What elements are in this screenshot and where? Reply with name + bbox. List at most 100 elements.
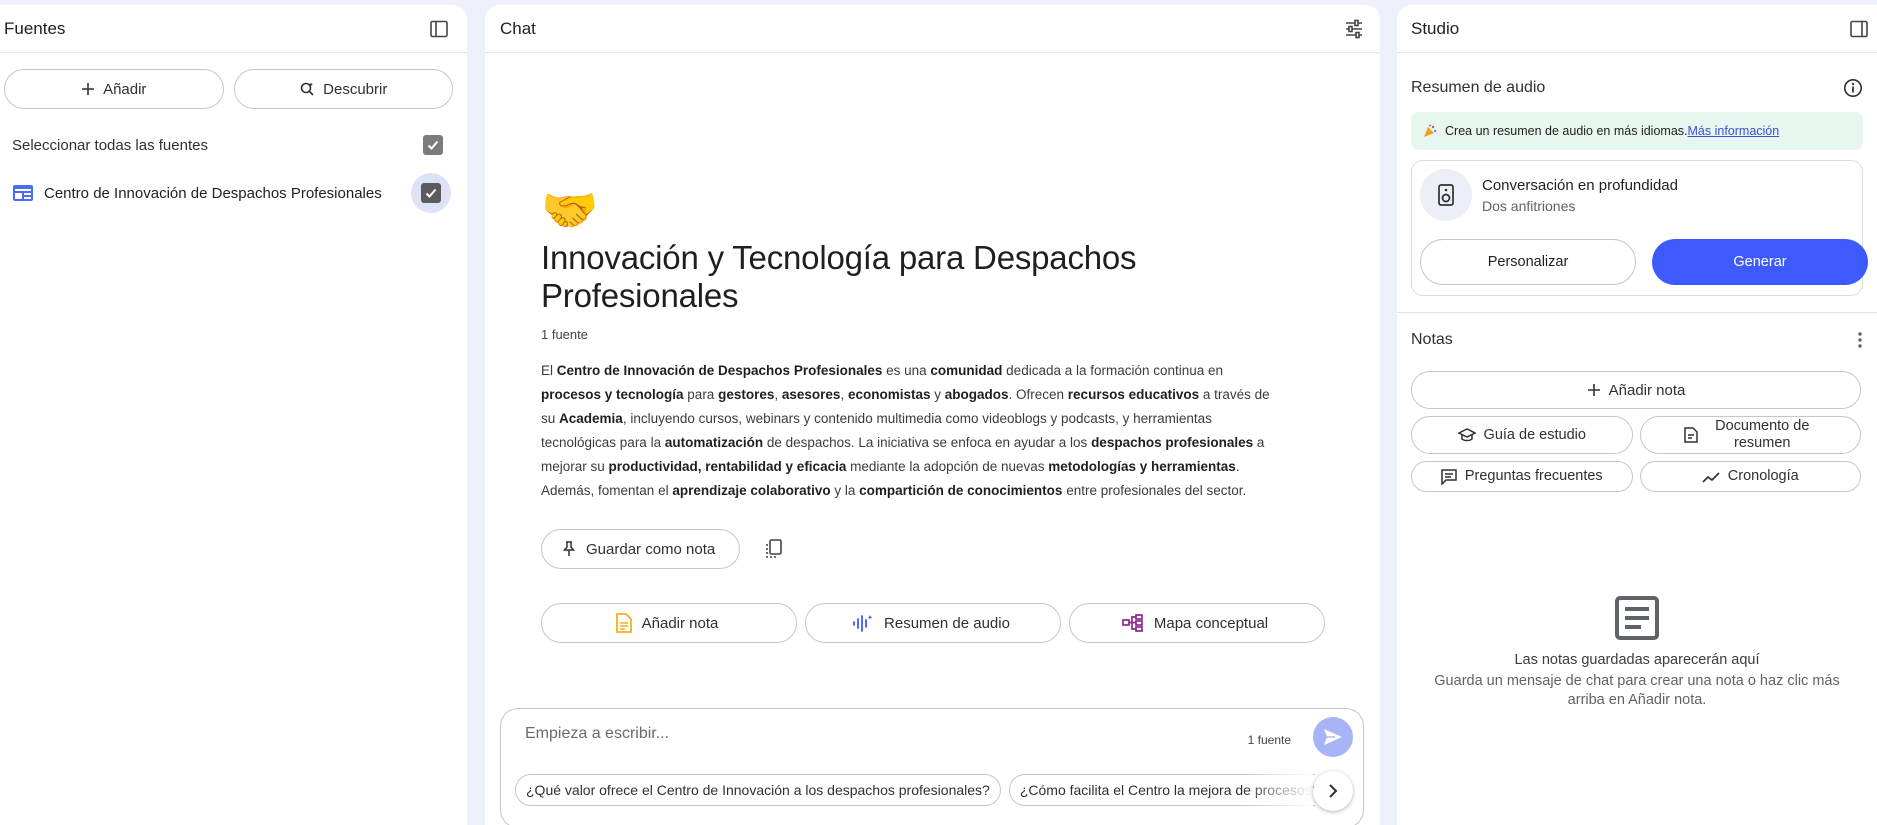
studio-title: Studio	[1411, 18, 1460, 38]
chat-input[interactable]: Empieza a escribir...	[525, 725, 669, 743]
composer-source-count: 1 fuente	[1247, 733, 1291, 747]
discover-sources-button[interactable]: Descubrir	[233, 69, 453, 109]
web-source-icon	[12, 184, 34, 202]
notebook-summary: El Centro de Innovación de Despachos Pro…	[541, 359, 1271, 503]
notebook-title: Innovación y Tecnología para Despachos P…	[541, 239, 1137, 314]
send-button[interactable]	[1313, 717, 1353, 757]
summary-fragment: ,	[774, 387, 782, 402]
note-placeholder-icon	[1614, 595, 1660, 641]
collapse-studio-icon[interactable]	[1849, 19, 1869, 39]
chat-panel: Chat 🤝 Innovación y Tecnología para Desp…	[485, 5, 1380, 825]
summary-doc-button[interactable]: Documento de resumen	[1639, 416, 1861, 454]
save-as-note-button[interactable]: Guardar como nota	[541, 529, 741, 569]
sources-header: Fuentes	[0, 5, 467, 53]
speaker-icon	[1420, 169, 1472, 221]
timeline-label: Cronología	[1727, 468, 1799, 484]
add-source-button[interactable]: Añadir	[4, 69, 224, 109]
summary-fragment: economistas	[847, 387, 931, 402]
source-checkbox-wrap[interactable]	[411, 173, 451, 213]
more-vert-icon[interactable]	[1857, 331, 1863, 349]
summary-fragment: despachos profesionales	[1091, 435, 1254, 450]
suggestion-chip[interactable]: ¿Qué valor ofrece el Centro de Innovació…	[515, 774, 1001, 806]
doc-summary-icon	[1683, 427, 1699, 443]
notes-title: Notas	[1411, 331, 1453, 348]
study-guide-button[interactable]: Guía de estudio	[1411, 416, 1633, 454]
suggestions-next-button[interactable]	[1313, 771, 1353, 811]
summary-fragment: es una	[882, 363, 931, 378]
quick-audio-summary-label: Resumen de audio	[884, 614, 1010, 632]
summary-fragment: aprendizaje colaborativo	[672, 483, 831, 498]
add-source-label: Añadir	[103, 80, 147, 98]
summary-fragment: gestores	[718, 387, 775, 402]
audio-overview-card: Conversación en profundidad Dos anfitrio…	[1411, 160, 1868, 296]
summary-fragment: dedicada a la formación continua en	[1002, 363, 1224, 378]
study-guide-label: Guía de estudio	[1483, 426, 1586, 443]
more-info-link[interactable]: Más información	[1688, 124, 1780, 138]
audio-wave-icon	[852, 614, 874, 632]
tune-settings-icon[interactable]	[1344, 19, 1364, 39]
faq-label: Preguntas frecuentes	[1464, 468, 1603, 484]
summary-fragment: Centro de Innovación de Despachos Profes…	[556, 363, 883, 378]
timeline-button[interactable]: Cronología	[1639, 461, 1861, 492]
source-item[interactable]: Centro de Innovación de Despachos Profes…	[0, 169, 467, 217]
plus-icon	[1587, 383, 1601, 397]
summary-fragment: compartición de conocimientos	[859, 483, 1063, 498]
party-popper-icon	[1423, 124, 1437, 138]
empty-notes-text: Guarda un mensaje de chat para crear una…	[1434, 673, 1840, 708]
summary-fragment: de despachos. La iniciativa se enfoca en…	[763, 435, 1092, 450]
customize-button[interactable]: Personalizar	[1420, 239, 1636, 285]
handshake-emoji: 🤝	[541, 184, 599, 236]
summary-fragment: y	[930, 387, 945, 402]
chat-title: Chat	[500, 18, 536, 38]
add-note-button[interactable]: Añadir nota	[1411, 371, 1861, 409]
collapse-panel-icon[interactable]	[429, 19, 449, 39]
info-icon[interactable]	[1843, 78, 1863, 98]
note-doc-icon	[615, 613, 632, 633]
summary-fragment: ,	[840, 387, 848, 402]
plus-icon	[81, 82, 95, 96]
notebook-intro: 🤝 Innovación y Tecnología para Despachos…	[541, 185, 1331, 643]
summary-fragment: abogados	[944, 387, 1009, 402]
summary-fragment: El	[541, 363, 557, 378]
select-all-row: Seleccionar todas las fuentes	[0, 121, 467, 169]
notes-section-header: Notas	[1397, 325, 1877, 355]
audio-card-title: Conversación en profundidad	[1482, 177, 1678, 194]
summary-fragment: entre profesionales del sector.	[1062, 483, 1247, 498]
audio-language-banner: Crea un resumen de audio en más idiomas.…	[1411, 112, 1863, 150]
studio-divider	[1397, 312, 1877, 313]
summary-fragment: . Ofrecen	[1008, 387, 1068, 402]
summary-fragment: metodologías y herramientas	[1048, 459, 1236, 474]
chat-composer: Empieza a escribir... 1 fuente ¿Qué valo…	[500, 708, 1364, 825]
summary-fragment: Academia	[559, 411, 623, 426]
audio-card-subtitle: Dos anfitriones	[1482, 198, 1576, 214]
summary-fragment: automatización	[664, 435, 764, 450]
chat-header: Chat	[485, 5, 1380, 53]
timeline-icon	[1702, 471, 1720, 483]
select-all-label: Seleccionar todas las fuentes	[12, 136, 208, 154]
discover-search-icon	[299, 81, 315, 97]
summary-fragment: para	[683, 387, 719, 402]
notebook-source-count: 1 fuente	[541, 327, 588, 342]
summary-fragment: procesos y tecnología	[541, 387, 684, 402]
empty-notes-title: Las notas guardadas aparecerán aquí	[1514, 652, 1760, 668]
studio-header: Studio	[1397, 5, 1877, 53]
notes-empty-state: Las notas guardadas aparecerán aquí Guar…	[1397, 595, 1877, 710]
quick-add-note-label: Añadir nota	[641, 614, 719, 632]
quick-audio-summary-button[interactable]: Resumen de audio	[805, 603, 1061, 643]
pin-icon	[562, 541, 576, 557]
faq-icon	[1441, 468, 1457, 485]
quick-add-note-button[interactable]: Añadir nota	[541, 603, 797, 643]
faq-button[interactable]: Preguntas frecuentes	[1411, 461, 1633, 492]
sources-title: Fuentes	[4, 18, 66, 38]
copy-icon[interactable]	[764, 538, 784, 560]
quick-mind-map-button[interactable]: Mapa conceptual	[1069, 603, 1325, 643]
school-icon	[1457, 428, 1476, 442]
add-note-label: Añadir nota	[1608, 381, 1686, 399]
generate-button[interactable]: Generar	[1652, 239, 1868, 285]
source-checkbox[interactable]	[421, 183, 441, 203]
save-as-note-label: Guardar como nota	[586, 540, 716, 558]
summary-fragment: productividad, rentabilidad y eficacia	[608, 459, 847, 474]
select-all-checkbox[interactable]	[423, 135, 443, 155]
summary-doc-label: Documento de resumen	[1715, 418, 1810, 451]
mind-map-icon	[1122, 614, 1144, 632]
